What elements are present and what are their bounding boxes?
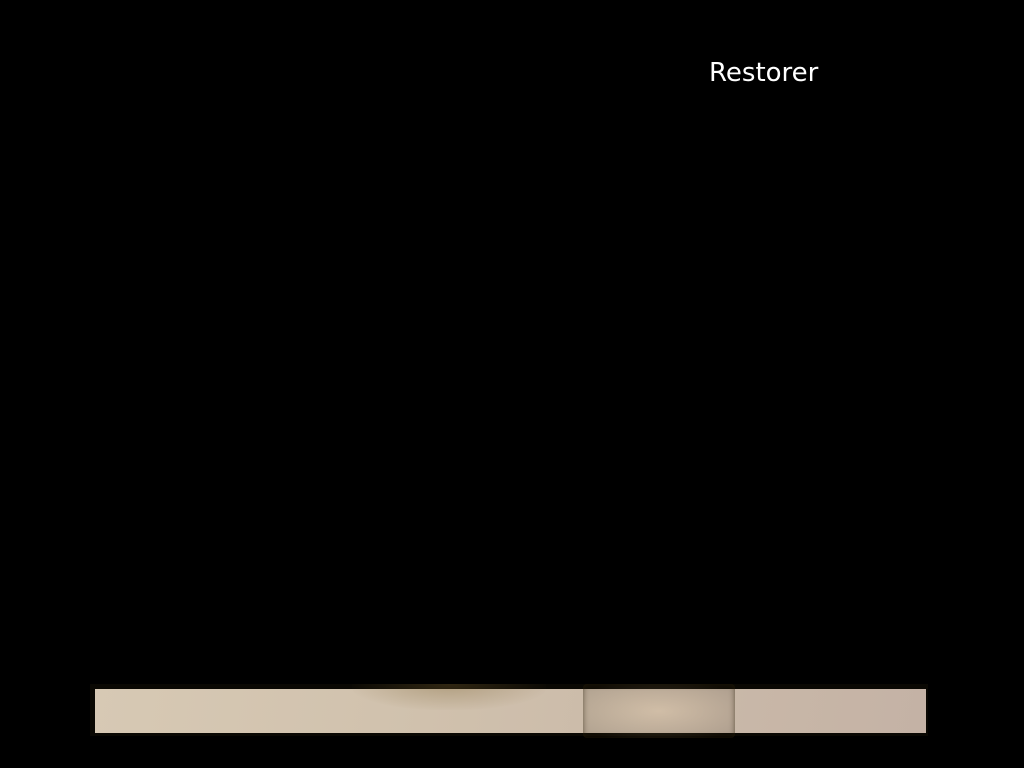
progress-bar-indicator bbox=[583, 684, 735, 738]
app-title: Restorer bbox=[709, 58, 819, 88]
boot-screen: Restorer bbox=[0, 0, 1024, 768]
